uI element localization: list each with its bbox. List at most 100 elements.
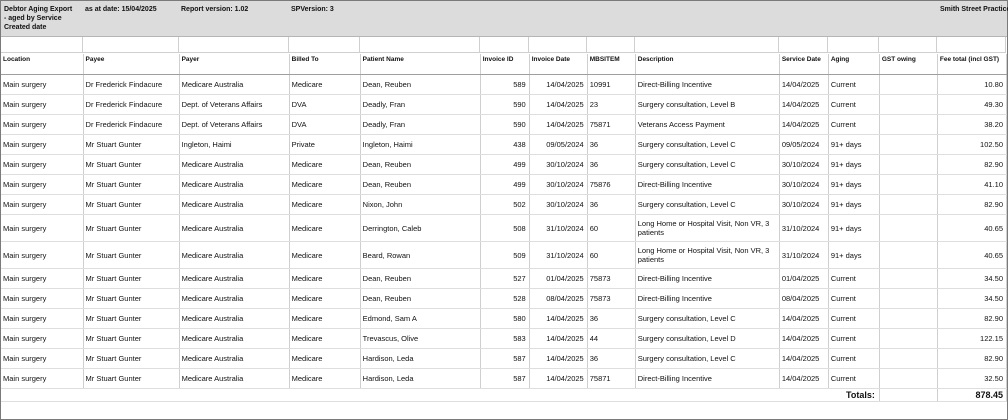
cell-fee-total: 34.50 — [937, 268, 1008, 289]
cell-billed-to: Medicare — [289, 154, 361, 175]
cell-aging: Current — [828, 348, 880, 369]
cell-aging: 91+ days — [828, 214, 880, 242]
cell-payee: Mr Stuart Gunter — [83, 328, 180, 349]
cell-fee-total: 32.50 — [937, 368, 1008, 389]
cell-invoice-date: 08/04/2025 — [529, 288, 588, 309]
cell-invoice-id: 583 — [480, 328, 530, 349]
cell-gst-owing — [879, 308, 938, 329]
cell-patient-name: Derrington, Caleb — [360, 214, 481, 242]
table-row: Main surgery Mr Stuart Gunter Medicare Aus… — [1, 288, 1008, 309]
cell-description: Surgery consultation, Level C — [635, 194, 780, 215]
report-version: Report version: 1.02 — [181, 6, 249, 13]
cell-location: Main surgery — [1, 288, 84, 309]
cell-location: Main surgery — [1, 348, 84, 369]
table-row: Main surgery Mr Stuart Gunter Medicare Aus… — [1, 308, 1008, 329]
spacer-cell — [828, 37, 879, 53]
cell-mbs-item: 44 — [587, 328, 636, 349]
cell-invoice-id: 438 — [480, 134, 530, 155]
cell-description: Veterans Access Payment — [635, 114, 780, 135]
as-at-date: as at date: 15/04/2025 — [85, 6, 157, 13]
col-header-patient-name: Patient Name — [360, 54, 481, 75]
cell-invoice-id: 508 — [480, 214, 530, 242]
cell-patient-name: Trevascus, Olive — [360, 328, 481, 349]
cell-location: Main surgery — [1, 368, 84, 389]
col-header-billed-to: Billed To — [289, 54, 361, 75]
spacer-cell — [480, 37, 529, 53]
cell-invoice-id: 587 — [480, 348, 530, 369]
table-row: Main surgery Mr Stuart Gunter Medicare Aus… — [1, 154, 1008, 175]
col-header-gst-owing: GST owing — [879, 54, 938, 75]
cell-invoice-date: 30/10/2024 — [529, 174, 588, 195]
cell-mbs-item: 23 — [587, 94, 636, 115]
cell-payer: Medicare Australia — [179, 328, 290, 349]
cell-billed-to: Medicare — [289, 308, 361, 329]
totals-gst — [879, 388, 938, 402]
col-header-payer: Payer — [179, 54, 290, 75]
column-header-row: Location Payee Payer Billed To Patient N… — [1, 54, 1008, 75]
spacer-cell — [879, 37, 937, 53]
cell-payer: Medicare Australia — [179, 368, 290, 389]
cell-location: Main surgery — [1, 308, 84, 329]
cell-patient-name: Deadly, Fran — [360, 114, 481, 135]
cell-mbs-item: 10991 — [587, 74, 636, 95]
cell-location: Main surgery — [1, 154, 84, 175]
totals-fee: 878.45 — [937, 388, 1008, 402]
cell-description: Direct-Billing Incentive — [635, 74, 780, 95]
cell-payer: Ingleton, Haimi — [179, 134, 290, 155]
sp-version: SPVersion: 3 — [291, 6, 334, 13]
spacer-cell — [587, 37, 635, 53]
cell-aging: 91+ days — [828, 154, 880, 175]
cell-payee: Mr Stuart Gunter — [83, 241, 180, 269]
cell-service-date: 31/10/2024 — [779, 214, 829, 242]
cell-invoice-id: 580 — [480, 308, 530, 329]
spacer-cell — [289, 37, 360, 53]
cell-fee-total: 82.90 — [937, 154, 1008, 175]
cell-billed-to: DVA — [289, 94, 361, 115]
cell-description: Direct-Billing Incentive — [635, 174, 780, 195]
cell-payer: Medicare Australia — [179, 74, 290, 95]
cell-payee: Dr Frederick Findacure — [83, 114, 180, 135]
cell-invoice-id: 528 — [480, 288, 530, 309]
spacer-cell — [529, 37, 587, 53]
cell-location: Main surgery — [1, 174, 84, 195]
cell-payer: Medicare Australia — [179, 268, 290, 289]
table-row: Main surgery Mr Stuart Gunter Ingleton, Ha… — [1, 134, 1008, 155]
cell-description: Surgery consultation, Level D — [635, 328, 780, 349]
created-date-label: Created date — [4, 24, 47, 31]
report-subtitle: - aged by Service — [4, 15, 62, 22]
col-header-invoice-date: Invoice Date — [529, 54, 588, 75]
cell-invoice-date: 09/05/2024 — [529, 134, 588, 155]
cell-payer: Medicare Australia — [179, 154, 290, 175]
cell-billed-to: Medicare — [289, 328, 361, 349]
cell-payee: Mr Stuart Gunter — [83, 288, 180, 309]
cell-invoice-date: 14/04/2025 — [529, 94, 588, 115]
cell-fee-total: 38.20 — [937, 114, 1008, 135]
report-page: Debtor Aging Export - aged by Service Cr… — [0, 0, 1008, 420]
cell-mbs-item: 60 — [587, 214, 636, 242]
cell-gst-owing — [879, 114, 938, 135]
cell-invoice-id: 509 — [480, 241, 530, 269]
cell-location: Main surgery — [1, 114, 84, 135]
cell-mbs-item: 75871 — [587, 114, 636, 135]
cell-invoice-date: 01/04/2025 — [529, 268, 588, 289]
cell-gst-owing — [879, 74, 938, 95]
cell-payer: Medicare Australia — [179, 174, 290, 195]
cell-mbs-item: 75871 — [587, 368, 636, 389]
cell-payer: Medicare Australia — [179, 194, 290, 215]
cell-description: Surgery consultation, Level C — [635, 308, 780, 329]
spacer-cell — [635, 37, 779, 53]
cell-gst-owing — [879, 268, 938, 289]
cell-fee-total: 122.15 — [937, 328, 1008, 349]
cell-description: Direct-Billing Incentive — [635, 268, 780, 289]
cell-invoice-date: 14/04/2025 — [529, 74, 588, 95]
cell-description: Surgery consultation, Level B — [635, 94, 780, 115]
spacer-cell — [179, 37, 289, 53]
cell-billed-to: Private — [289, 134, 361, 155]
cell-invoice-id: 502 — [480, 194, 530, 215]
cell-invoice-date: 30/10/2024 — [529, 154, 588, 175]
cell-aging: Current — [828, 288, 880, 309]
cell-payee: Dr Frederick Findacure — [83, 94, 180, 115]
cell-payer: Medicare Australia — [179, 288, 290, 309]
col-header-fee-total: Fee total (incl GST) — [937, 54, 1008, 75]
cell-patient-name: Dean, Reuben — [360, 74, 481, 95]
